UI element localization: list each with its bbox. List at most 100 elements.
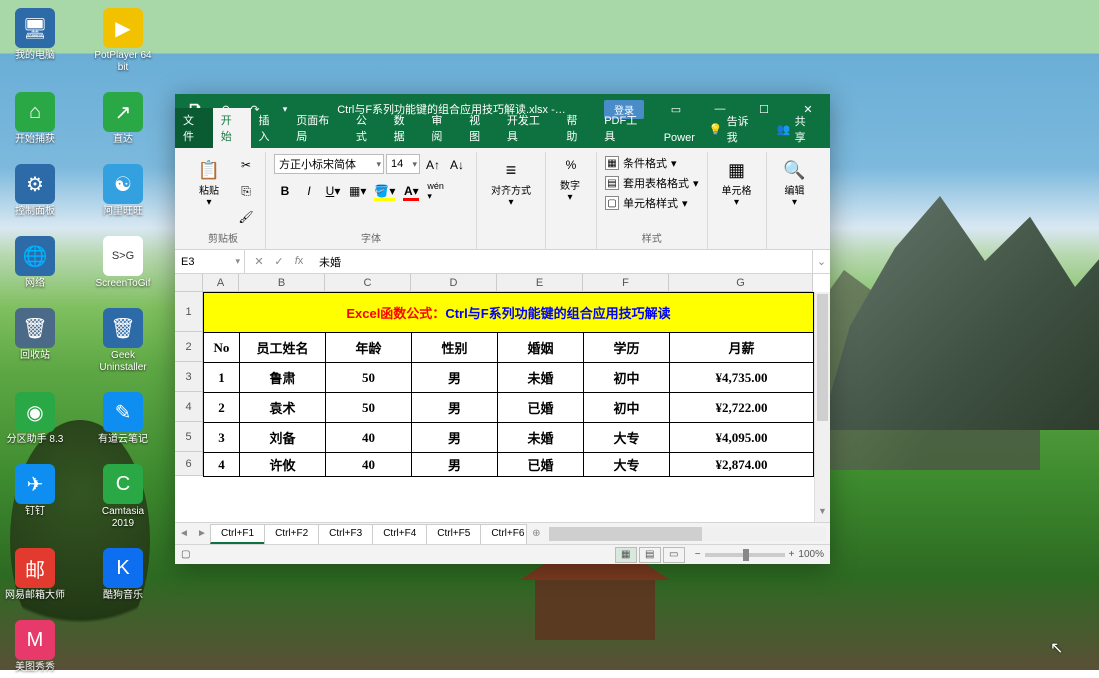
sheet-tab[interactable]: Ctrl+F3 <box>318 524 373 544</box>
horizontal-scrollbar[interactable] <box>549 527 826 541</box>
desktop-icon[interactable]: ◉分区助手 8.3 <box>4 392 66 446</box>
table-header-cell[interactable]: 年龄 <box>326 333 412 363</box>
underline-icon[interactable]: U▾ <box>322 180 344 202</box>
record-macro-icon[interactable]: ▢ <box>181 549 190 560</box>
table-cell[interactable]: 已婚 <box>498 393 584 423</box>
cell-styles-button[interactable]: ▢单元格样式 ▾ <box>605 194 688 212</box>
table-cell[interactable]: 初中 <box>584 393 670 423</box>
table-cell[interactable]: 男 <box>412 393 498 423</box>
enter-formula-icon[interactable]: ✓ <box>269 255 289 268</box>
row-header[interactable]: 6 <box>175 452 203 476</box>
table-cell[interactable]: 40 <box>326 453 412 477</box>
tab-data[interactable]: 数据 <box>386 108 424 148</box>
table-cell[interactable]: ¥4,735.00 <box>670 363 814 393</box>
zoom-level[interactable]: 100% <box>798 549 824 560</box>
percent-icon[interactable]: % <box>554 154 588 176</box>
table-cell[interactable]: 男 <box>412 453 498 477</box>
table-cell[interactable]: 未婚 <box>498 423 584 453</box>
table-cell[interactable]: 2 <box>204 393 240 423</box>
grow-font-icon[interactable]: A↑ <box>422 154 444 176</box>
sheet-nav-next-icon[interactable]: ► <box>193 528 211 539</box>
table-cell[interactable]: 40 <box>326 423 412 453</box>
tab-help[interactable]: 帮助 <box>558 108 596 148</box>
desktop-icon[interactable]: CCamtasia 2019 <box>92 464 154 530</box>
tab-formula[interactable]: 公式 <box>348 108 386 148</box>
bold-icon[interactable]: B <box>274 180 296 202</box>
desktop-icon[interactable]: ↗直达 <box>92 92 154 146</box>
column-header[interactable]: D <box>411 274 497 292</box>
table-cell[interactable]: ¥4,095.00 <box>670 423 814 453</box>
desktop-icon[interactable]: 🗑Geek Uninstaller <box>92 308 154 374</box>
desktop-icon[interactable]: 🖥我的电脑 <box>4 8 66 74</box>
desktop-icon[interactable]: K酷狗音乐 <box>92 548 154 602</box>
expand-formula-icon[interactable]: ⌄ <box>812 250 830 273</box>
desktop-icon[interactable]: S>GScreenToGif <box>92 236 154 290</box>
paste-button[interactable]: 📋 粘贴▾ <box>189 154 229 210</box>
desktop-icon[interactable]: ✎有道云笔记 <box>92 392 154 446</box>
phonetic-icon[interactable]: wén▾ <box>424 180 447 202</box>
row-header[interactable]: 3 <box>175 362 203 392</box>
column-header[interactable]: G <box>669 274 813 292</box>
desktop-icon[interactable]: ⌂开始捕获 <box>4 92 66 146</box>
fx-icon[interactable]: fx <box>289 255 309 268</box>
desktop-icon[interactable]: M美图秀秀 <box>4 620 66 674</box>
tell-me-button[interactable]: 💡告诉我 <box>703 110 765 148</box>
table-cell[interactable]: 4 <box>204 453 240 477</box>
column-header[interactable]: C <box>325 274 411 292</box>
editing-button[interactable]: 🔍 编辑▾ <box>775 154 815 210</box>
sheet-tab[interactable]: Ctrl+F4 <box>372 524 427 544</box>
sheet-nav-prev-icon[interactable]: ◄ <box>175 528 193 539</box>
formula-input[interactable]: 未婚 <box>313 254 812 270</box>
vertical-scrollbar[interactable]: ▲▼ <box>814 292 830 522</box>
desktop-icon[interactable]: ⚙控制面板 <box>4 164 66 218</box>
desktop-icon[interactable]: ☯阿里旺旺 <box>92 164 154 218</box>
column-header[interactable]: A <box>203 274 239 292</box>
desktop-icon[interactable]: ✈钉钉 <box>4 464 66 530</box>
tab-view[interactable]: 视图 <box>461 108 499 148</box>
number-button[interactable]: 数字▾ <box>554 179 586 205</box>
desktop-icon[interactable]: 邮网易邮箱大师 <box>4 548 66 602</box>
sheet-tab[interactable]: Ctrl+F2 <box>264 524 319 544</box>
table-cell[interactable]: 男 <box>412 423 498 453</box>
format-painter-icon[interactable]: 🖌 <box>235 206 257 228</box>
zoom-in-icon[interactable]: + <box>789 549 795 560</box>
select-all-corner[interactable] <box>175 274 203 292</box>
desktop-icon[interactable]: ▶PotPlayer 64 bit <box>92 8 154 74</box>
alignment-button[interactable]: ≡ 对齐方式▾ <box>485 154 537 210</box>
table-header-cell[interactable]: No <box>204 333 240 363</box>
cancel-formula-icon[interactable]: ✕ <box>249 255 269 268</box>
table-cell[interactable]: 初中 <box>584 363 670 393</box>
new-sheet-icon[interactable]: ⊕ <box>527 528 545 539</box>
italic-icon[interactable]: I <box>298 180 320 202</box>
shrink-font-icon[interactable]: A↓ <box>446 154 468 176</box>
zoom-out-icon[interactable]: − <box>695 549 701 560</box>
font-name-combo[interactable]: 方正小标宋简体 <box>274 154 384 174</box>
table-cell[interactable]: 50 <box>326 363 412 393</box>
zoom-slider[interactable] <box>705 553 785 557</box>
tab-review[interactable]: 审阅 <box>423 108 461 148</box>
desktop-icon[interactable]: 🗑回收站 <box>4 308 66 374</box>
conditional-format-button[interactable]: ▦条件格式 ▾ <box>605 154 677 172</box>
fill-color-icon[interactable]: 🪣▾ <box>371 180 398 202</box>
share-button[interactable]: 👥共享 <box>771 110 822 148</box>
table-format-button[interactable]: ▤套用表格格式 ▾ <box>605 174 699 192</box>
column-header[interactable]: B <box>239 274 325 292</box>
name-box[interactable]: E3 <box>175 250 245 273</box>
row-header[interactable]: 1 <box>175 292 203 332</box>
sheet-tab[interactable]: Ctrl+F1 <box>210 524 265 544</box>
table-cell[interactable]: ¥2,874.00 <box>670 453 814 477</box>
tab-file[interactable]: 文件 <box>175 108 213 148</box>
table-cell[interactable]: 50 <box>326 393 412 423</box>
tab-home[interactable]: 开始 <box>213 108 251 148</box>
row-header[interactable]: 4 <box>175 392 203 422</box>
table-cell[interactable]: 大专 <box>584 423 670 453</box>
table-cell[interactable]: 大专 <box>584 453 670 477</box>
tab-power[interactable]: Power <box>656 128 703 148</box>
table-cell[interactable]: 1 <box>204 363 240 393</box>
table-header-cell[interactable]: 性别 <box>412 333 498 363</box>
tab-insert[interactable]: 插入 <box>251 108 289 148</box>
column-header[interactable]: E <box>497 274 583 292</box>
sheet-tab[interactable]: Ctrl+F6 <box>480 524 527 544</box>
table-header-cell[interactable]: 员工姓名 <box>240 333 326 363</box>
table-cell[interactable]: 袁术 <box>240 393 326 423</box>
